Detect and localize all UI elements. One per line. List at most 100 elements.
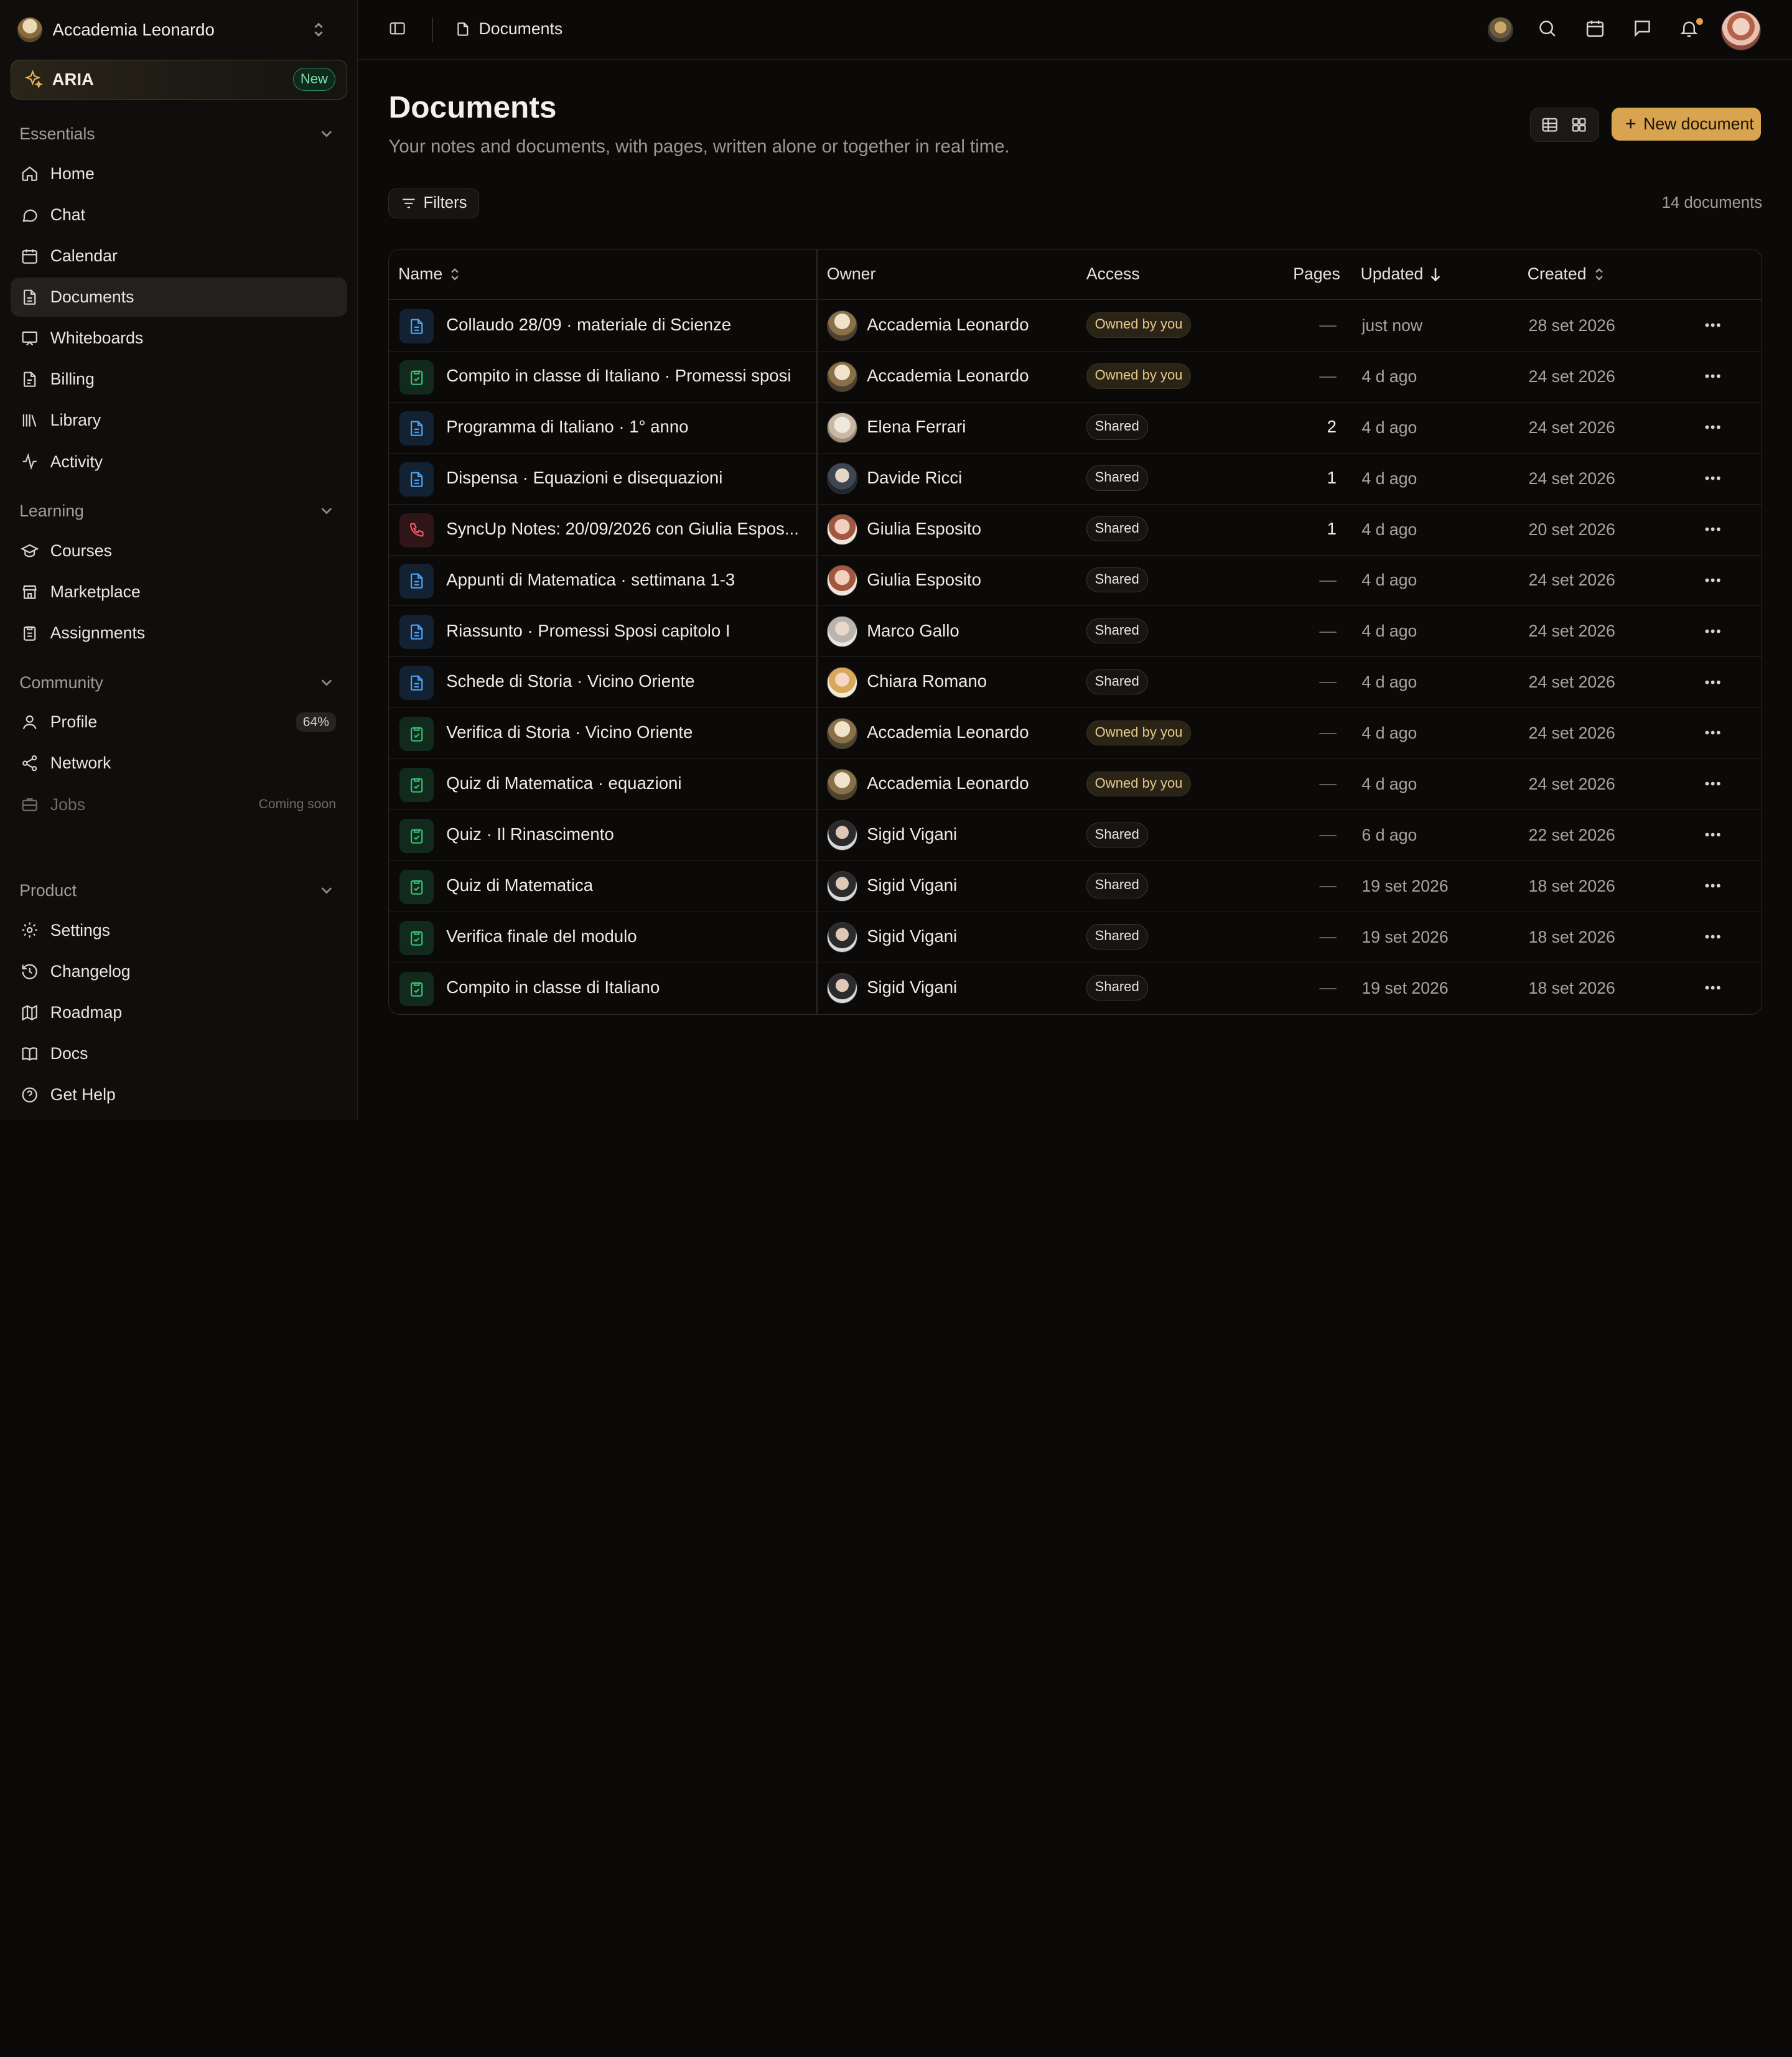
sidebar-item-label: Billing	[50, 370, 95, 389]
more-horizontal-icon[interactable]	[1704, 628, 1722, 635]
secondary-avatar[interactable]	[1488, 17, 1513, 42]
library-icon	[21, 411, 39, 429]
sidebar-item-changelog[interactable]: Changelog	[11, 952, 348, 991]
table-row[interactable]: Compito in classe di Italiano · Promessi…	[389, 351, 1762, 403]
arrow-down-icon	[1429, 266, 1442, 282]
owner-name: Accademia Leonardo	[867, 315, 1029, 335]
chat-bubble-icon	[21, 206, 39, 224]
document-name[interactable]: Programma di Italiano · 1° anno	[446, 417, 810, 437]
sidebar-item-profile[interactable]: Profile 64%	[11, 703, 348, 742]
clipboard-check-icon	[399, 717, 434, 752]
more-horizontal-icon[interactable]	[1704, 679, 1722, 686]
more-horizontal-icon[interactable]	[1704, 984, 1722, 991]
more-horizontal-icon[interactable]	[1704, 780, 1722, 787]
sidebar-item-label: Get Help	[50, 1085, 116, 1104]
document-name[interactable]: Collaudo 28/09 · materiale di Scienze	[446, 315, 810, 335]
more-horizontal-icon[interactable]	[1704, 322, 1722, 329]
more-horizontal-icon[interactable]	[1704, 373, 1722, 380]
filters-button[interactable]: Filters	[388, 189, 479, 218]
org-switcher[interactable]: Accademia Leonardo	[17, 15, 337, 45]
page-count: 1	[1327, 518, 1337, 538]
grid-view-icon[interactable]	[1570, 116, 1588, 134]
table-view-icon[interactable]	[1541, 116, 1559, 134]
map-icon	[21, 1004, 39, 1022]
sidebar-item-label: Home	[50, 164, 95, 183]
more-horizontal-icon[interactable]	[1704, 882, 1722, 889]
section-community[interactable]: Community	[19, 673, 337, 693]
document-name[interactable]: SyncUp Notes: 20/09/2026 con Giulia Espo…	[446, 519, 810, 539]
header-created[interactable]: Created	[1528, 264, 1606, 284]
section-product[interactable]: Product	[19, 881, 337, 900]
more-horizontal-icon[interactable]	[1704, 526, 1722, 533]
table-row[interactable]: Programma di Italiano · 1° anno Elena Fer…	[389, 402, 1762, 454]
sidebar-item-network[interactable]: Network	[11, 744, 348, 783]
table-row[interactable]: Dispensa · Equazioni e disequazioni David…	[389, 453, 1762, 505]
header-name[interactable]: Name	[398, 264, 462, 284]
message-square-icon[interactable]	[1632, 18, 1653, 39]
document-name[interactable]: Dispensa · Equazioni e disequazioni	[446, 468, 810, 488]
document-name[interactable]: Appunti di Matematica · settimana 1-3	[446, 570, 810, 590]
table-row[interactable]: Compito in classe di Italiano Sigid Vigan…	[389, 963, 1762, 1014]
table-row[interactable]: Quiz di Matematica Sigid Vigani Shared — 19 …	[389, 861, 1762, 912]
table-row[interactable]: Verifica finale del modulo Sigid Vigani Sh…	[389, 912, 1762, 963]
document-name[interactable]: Verifica finale del modulo	[446, 926, 810, 946]
more-horizontal-icon[interactable]	[1704, 475, 1722, 482]
sidebar-item-roadmap[interactable]: Roadmap	[11, 993, 348, 1032]
document-name[interactable]: Quiz · Il Rinascimento	[446, 824, 810, 844]
user-avatar[interactable]	[1721, 10, 1762, 50]
table-row[interactable]: Verifica di Storia · Vicino Oriente Accad…	[389, 708, 1762, 760]
calendar-icon[interactable]	[1585, 18, 1605, 39]
sidebar: Accademia Leonardo ARIA New Essentials H…	[0, 0, 358, 1120]
sidebar-item-label: Library	[50, 411, 101, 430]
page-count: —	[1319, 671, 1337, 691]
search-icon[interactable]	[1537, 18, 1557, 39]
section-learning[interactable]: Learning	[19, 501, 337, 521]
table-row[interactable]: Appunti di Matematica · settimana 1-3 Giu…	[389, 555, 1762, 607]
table-row[interactable]: Riassunto · Promessi Sposi capitolo I Mar…	[389, 606, 1762, 658]
sidebar-item-courses[interactable]: Courses	[11, 531, 348, 570]
sidebar-item-billing[interactable]: Billing	[11, 360, 348, 399]
sidebar-item-whiteboards[interactable]: Whiteboards	[11, 319, 348, 357]
document-name[interactable]: Verifica di Storia · Vicino Oriente	[446, 722, 810, 742]
sidebar-item-home[interactable]: Home	[11, 154, 348, 193]
section-essentials[interactable]: Essentials	[19, 124, 337, 144]
owner-avatar	[826, 412, 858, 444]
sidebar-item-library[interactable]: Library	[11, 401, 348, 440]
sidebar-item-activity[interactable]: Activity	[11, 442, 348, 481]
document-name[interactable]: Schede di Storia · Vicino Oriente	[446, 671, 810, 691]
sidebar-item-marketplace[interactable]: Marketplace	[11, 572, 348, 611]
aria-button[interactable]: ARIA New	[10, 59, 348, 100]
table-row[interactable]: Collaudo 28/09 · materiale di Scienze Acc…	[389, 300, 1762, 352]
sidebar-item-assignments[interactable]: Assignments	[11, 613, 348, 652]
updated-date: 4 d ago	[1361, 622, 1417, 641]
more-horizontal-icon[interactable]	[1704, 831, 1722, 838]
sort-icon	[448, 266, 462, 282]
table-row[interactable]: Schede di Storia · Vicino Oriente Chiara …	[389, 657, 1762, 709]
sidebar-item-get-help[interactable]: Get Help	[11, 1075, 348, 1114]
phone-icon	[399, 513, 434, 548]
more-horizontal-icon[interactable]	[1704, 577, 1722, 584]
document-name[interactable]: Quiz di Matematica	[446, 875, 810, 895]
table-row[interactable]: SyncUp Notes: 20/09/2026 con Giulia Espo…	[389, 504, 1762, 556]
more-horizontal-icon[interactable]	[1704, 729, 1722, 736]
sidebar-item-settings[interactable]: Settings	[11, 911, 348, 949]
document-name[interactable]: Riassunto · Promessi Sposi capitolo I	[446, 621, 810, 641]
access-badge: Shared	[1086, 924, 1148, 949]
header-updated-label: Updated	[1360, 264, 1424, 284]
updated-date: 4 d ago	[1361, 520, 1417, 539]
header-updated[interactable]: Updated	[1361, 264, 1443, 284]
access-badge: Shared	[1086, 465, 1148, 491]
sidebar-toggle-icon[interactable]	[388, 19, 406, 37]
new-document-button[interactable]: New document	[1611, 107, 1762, 141]
sidebar-item-docs[interactable]: Docs	[11, 1034, 348, 1073]
more-horizontal-icon[interactable]	[1704, 424, 1722, 431]
table-row[interactable]: Quiz di Matematica · equazioni Accademia …	[389, 758, 1762, 811]
sidebar-item-calendar[interactable]: Calendar	[11, 236, 348, 275]
more-horizontal-icon[interactable]	[1704, 933, 1722, 940]
document-name[interactable]: Quiz di Matematica · equazioni	[446, 773, 810, 793]
table-row[interactable]: Quiz · Il Rinascimento Sigid Vigani Shared…	[389, 809, 1762, 861]
sidebar-item-chat[interactable]: Chat	[11, 195, 348, 234]
sidebar-item-documents[interactable]: Documents	[10, 278, 348, 317]
document-name[interactable]: Compito in classe di Italiano	[446, 977, 810, 997]
document-name[interactable]: Compito in classe di Italiano · Promessi…	[446, 366, 810, 386]
